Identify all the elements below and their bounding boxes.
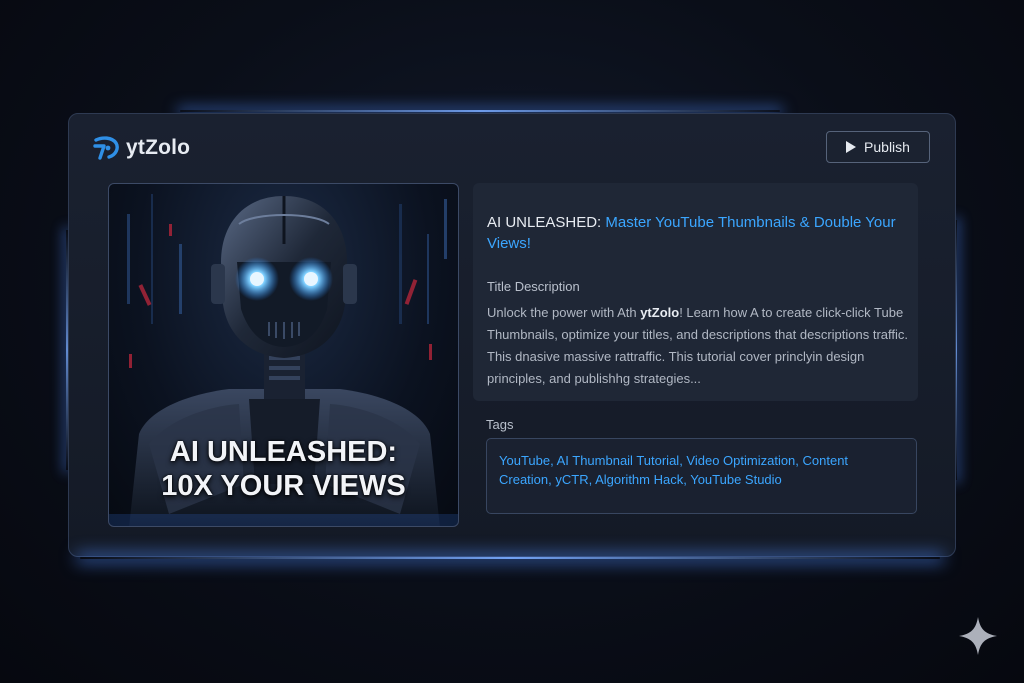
description-text[interactable]: Unlock the power with Ath ytZolo! Learn … — [487, 302, 912, 390]
tags-field[interactable]: YouTube, AI Thumbnail Tutorial, Video Op… — [486, 438, 917, 514]
thumbnail-overlay-line1: AI UNLEASHED: — [169, 436, 398, 468]
thumbnail-overlay-line2: 10X YOUR VIEWS — [161, 470, 406, 502]
video-title-lead: AI UNLEASHED: — [487, 214, 606, 231]
bottom-glow-line — [80, 557, 940, 559]
app-logo[interactable]: ytZolo — [92, 135, 190, 161]
video-thumbnail[interactable]: AI UNLEASHED: 10X YOUR VIEWS — [108, 183, 459, 527]
description-pre: Unlock the power with Ath — [487, 305, 641, 320]
logo-text: ytZolo — [126, 136, 191, 159]
ytzolo-logo-icon — [93, 136, 119, 160]
top-glow-line — [180, 110, 780, 112]
tags-label: Tags — [486, 417, 514, 432]
play-icon — [846, 141, 857, 153]
video-title[interactable]: AI UNLEASHED: Master YouTube Thumbnails … — [487, 212, 907, 254]
description-brand: ytZolo — [640, 305, 680, 320]
description-label: Title Description — [487, 279, 580, 294]
sparkle-icon — [959, 617, 997, 655]
publish-button-label: Publish — [864, 139, 910, 155]
publish-button[interactable]: Publish — [826, 131, 930, 163]
